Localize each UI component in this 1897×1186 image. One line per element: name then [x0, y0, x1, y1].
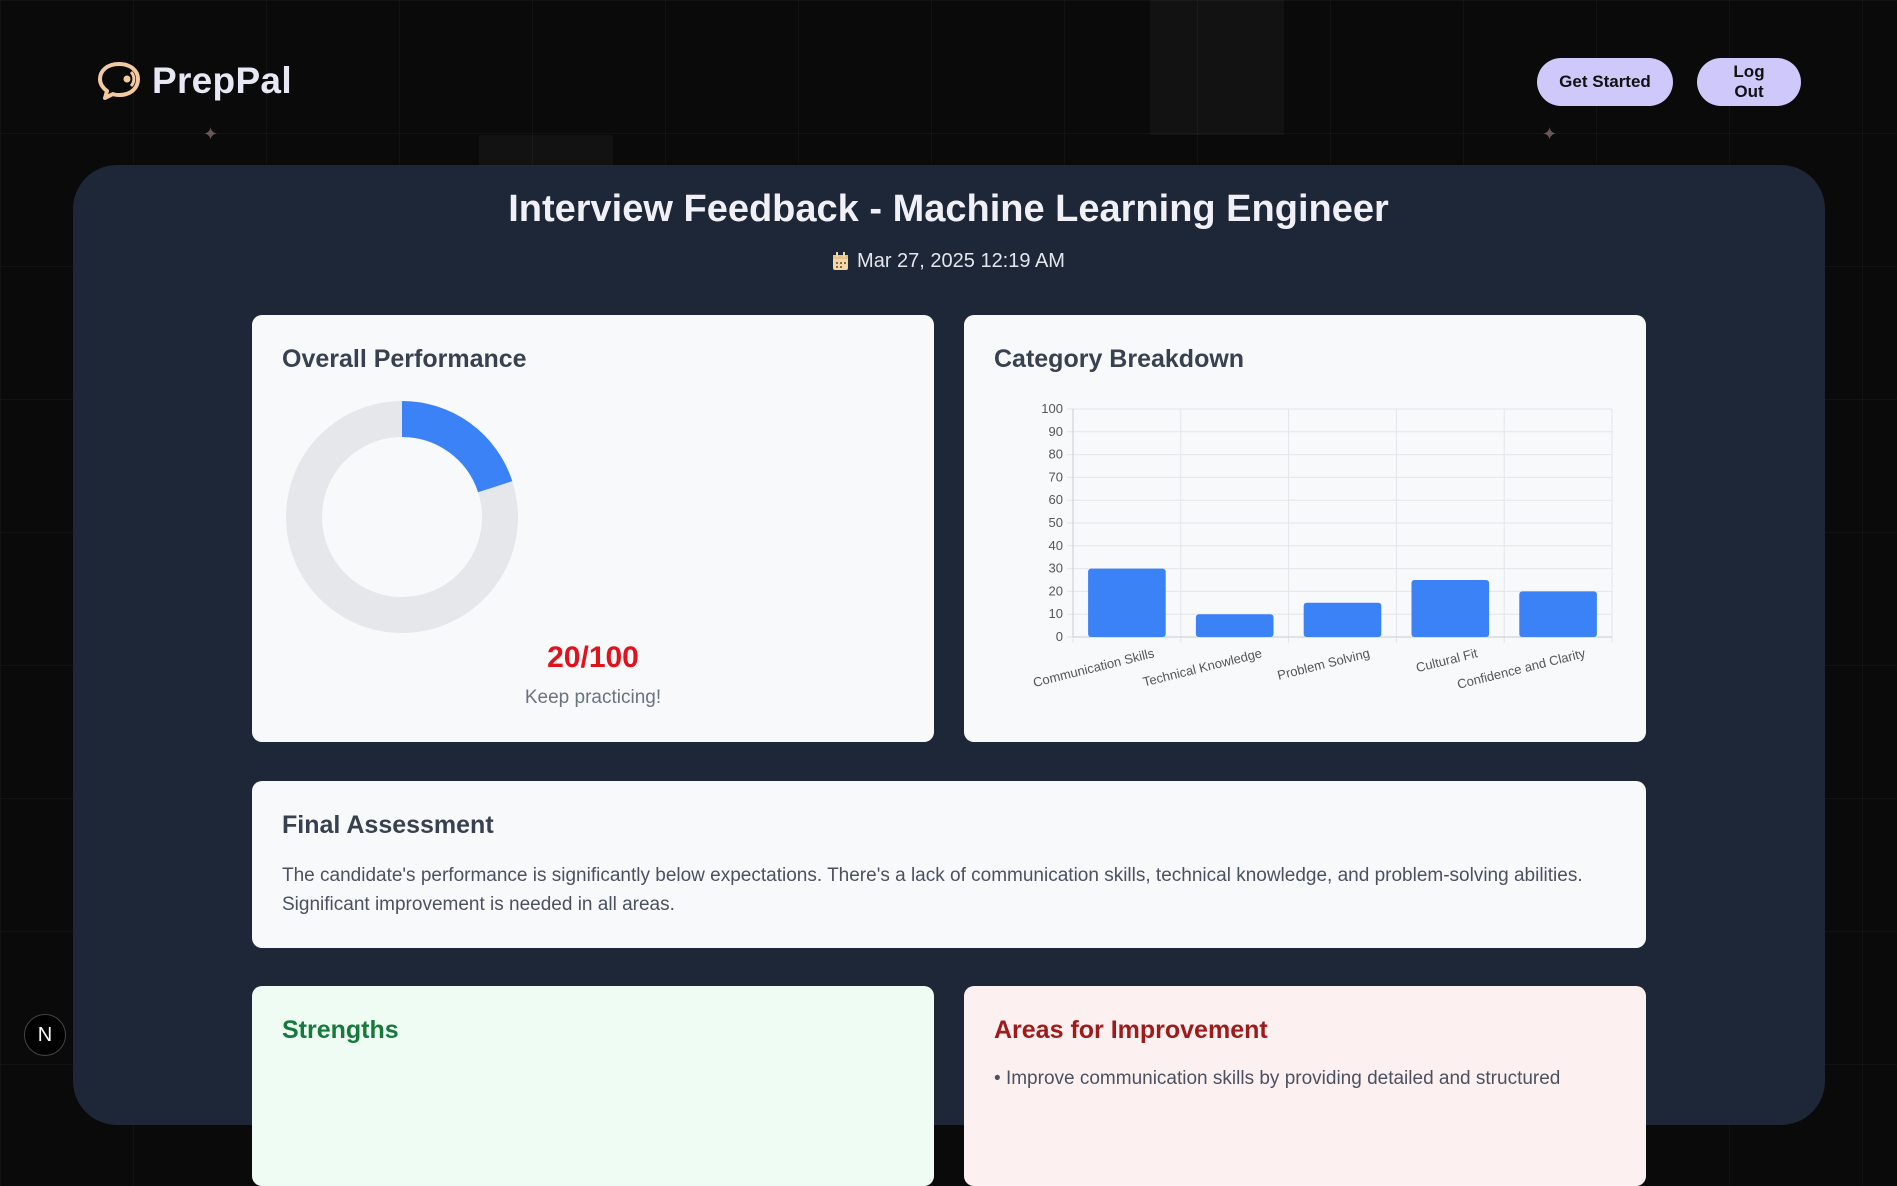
- y-tick-label: 40: [1049, 538, 1063, 553]
- y-tick-label: 20: [1049, 583, 1063, 598]
- improvement-heading: Areas for Improvement: [994, 1016, 1268, 1044]
- x-tick-label: Problem Solving: [1276, 645, 1371, 682]
- strengths-heading: Strengths: [282, 1016, 399, 1044]
- bullet: •: [994, 1068, 1006, 1089]
- score-message: Keep practicing!: [524, 687, 662, 708]
- score-donut-chart: [286, 401, 518, 633]
- nextjs-dev-badge[interactable]: N: [24, 1014, 66, 1056]
- y-tick-label: 50: [1049, 515, 1063, 530]
- improvement-item-text: Improve communication skills by providin…: [1005, 1068, 1561, 1089]
- background-block: [1150, 0, 1284, 135]
- bar: [1519, 591, 1597, 637]
- final-assessment-card: Final Assessment The candidate's perform…: [252, 781, 1646, 948]
- x-tick-label: Cultural Fit: [1414, 645, 1479, 675]
- date-text: Mar 27, 2025 12:19 AM: [857, 250, 1065, 272]
- y-tick-label: 0: [1056, 629, 1063, 644]
- app-logo[interactable]: PrepPal: [96, 60, 292, 102]
- x-tick-label: Communication Skills: [1031, 645, 1156, 690]
- background-block: [479, 135, 613, 165]
- bar: [1411, 580, 1490, 637]
- final-assessment-text: The candidate's performance is significa…: [282, 865, 1583, 915]
- calendar-icon: [833, 252, 849, 270]
- score-value: 20/100: [547, 641, 639, 674]
- get-started-button[interactable]: Get Started: [1537, 58, 1673, 106]
- donut-score-arc: [401, 401, 513, 493]
- x-tick-label: Technical Knowledge: [1141, 645, 1263, 689]
- page-title: Interview Feedback - Machine Learning En…: [508, 188, 1389, 230]
- logout-button[interactable]: Log Out: [1697, 58, 1801, 106]
- y-tick-label: 90: [1049, 424, 1063, 439]
- category-breakdown-card: Category Breakdown 0 10 20 30 40 50 60 70 80 90 10…: [964, 315, 1646, 742]
- improvement-list-item: • Improve communication skills by provid…: [994, 1068, 1560, 1090]
- sparkle-icon: ✦: [1542, 124, 1558, 144]
- interview-date: Mar 27, 2025 12:19 AM: [0, 250, 1897, 273]
- y-tick-label: 80: [1049, 447, 1063, 462]
- bar: [1088, 568, 1166, 637]
- y-tick-label: 10: [1049, 606, 1063, 621]
- y-tick-label: 30: [1049, 561, 1063, 576]
- y-tick-label: 70: [1049, 469, 1063, 484]
- y-tick-label: 100: [1041, 401, 1063, 416]
- overall-performance-card: Overall Performance 20/100 Keep practici…: [252, 315, 934, 742]
- category-bar-chart: 0 10 20 30 40 50 60 70 80 90 100 Communication Skil…: [1031, 401, 1613, 692]
- bar: [1303, 602, 1382, 637]
- app-name: PrepPal: [152, 60, 292, 101]
- improvement-card: Areas for Improvement • Improve communic…: [964, 986, 1646, 1186]
- chat-bubble-icon: [98, 62, 140, 100]
- strengths-card: Strengths: [252, 986, 934, 1186]
- final-assessment-heading: Final Assessment: [282, 811, 494, 839]
- bar: [1195, 614, 1274, 637]
- y-tick-label: 60: [1049, 492, 1063, 507]
- sparkle-icon: ✦: [203, 124, 219, 144]
- overall-performance-heading: Overall Performance: [282, 345, 527, 373]
